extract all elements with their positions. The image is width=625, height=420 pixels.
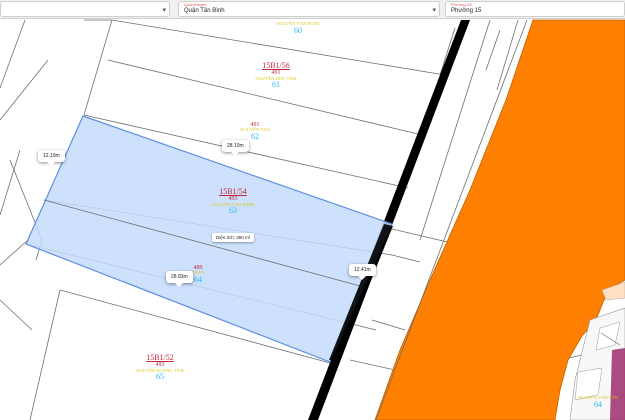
dimension-callout-lower[interactable]: 28.83m [166,271,193,287]
ward-select-label: Phường Xã [451,2,472,7]
dimension-callout-right[interactable]: 12.41m [349,264,376,280]
ward-select-value: Phường 15 [451,8,482,14]
parcel-no: 64 [594,399,602,409]
parcel-label-nha-60: NGUYỄN VĂN MƯỜI 60 [258,21,338,35]
district-select-label: Quận/Huyện [184,2,207,7]
province-select[interactable]: ▾ [0,1,170,17]
ward-select[interactable]: Phường Xã Phường 15 [445,1,625,17]
parcel-sheet: 15B1/56 [262,61,290,70]
parcel-no: 63 [229,206,237,216]
parcel-sheet: 15B1/54 [219,187,247,196]
district-select[interactable]: Quận/Huyện Quận Tân Bình ▾ [178,1,440,17]
district-select-value: Quận Tân Bình [184,8,225,14]
chevron-down-icon: ▾ [162,7,166,14]
parcel-label-nha-65: 15B1/52 493 NGUYỄN HOÀNG TÂM 65 [120,353,200,382]
parcel-label-nha-61: 15B1/56 491 NGUYỄN HỮU TÂM 61 [236,61,316,90]
dimension-callout-upper[interactable]: 28.10m [222,140,249,156]
filter-bar: ▾ Quận/Huyện Quận Tân Bình ▾ Phường Xã P… [0,0,625,19]
chevron-down-icon: ▾ [432,7,436,14]
parcel-label-nha-62: 491 NGUYỄN VĂN 62 [215,122,295,141]
parcel-no: 60 [294,25,302,35]
parcel-label-nha-63: 15B1/54 493 NGUYỄN VĂN MINH 63 [193,187,273,216]
dimension-callout-top[interactable]: 12.10m [38,150,65,166]
parcel-label-nha-64b: NGUYỄN VĂN TẤN 64 [558,395,625,409]
parcel-no: 61 [272,80,280,90]
parcel-no: 65 [156,372,164,382]
area-label[interactable]: Diện tích: 350 m² [212,233,255,242]
parcel-sheet: 15B1/52 [146,353,174,362]
